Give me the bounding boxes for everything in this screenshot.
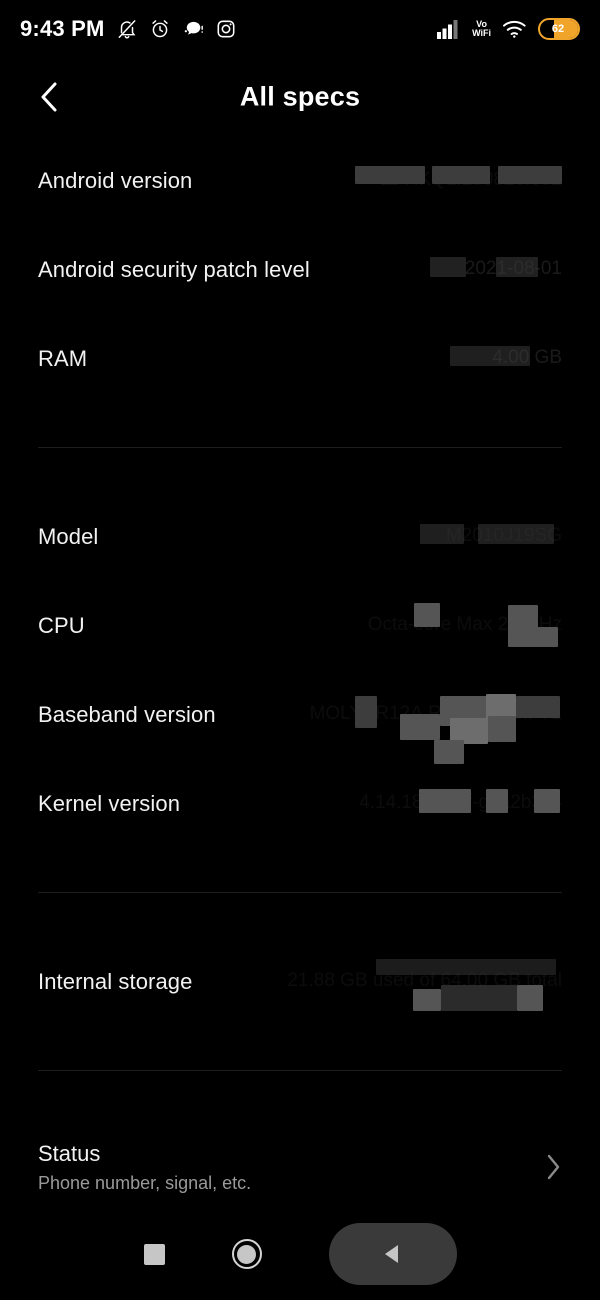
status-entry-subtitle: Phone number, signal, etc. — [38, 1172, 252, 1193]
redaction-block — [420, 524, 464, 544]
spec-row-kernel[interactable]: Kernel version 4.14.186-perf-g1a2b3c4 — [0, 759, 600, 848]
status-bar[interactable]: 9:43 PM Vo WiFi 62 — [0, 0, 600, 58]
app-header: All specs — [0, 58, 600, 136]
battery-icon: 62 — [538, 18, 580, 40]
spec-row-internal-storage[interactable]: Internal storage 21.88 GB used of 64.00 … — [0, 937, 600, 1026]
chevron-right-icon — [544, 1152, 562, 1182]
redaction-block — [432, 166, 490, 184]
vowifi-indicator: Vo WiFi — [472, 19, 491, 39]
spec-label: CPU — [38, 612, 85, 638]
spec-row-baseband[interactable]: Baseband version MOLY.LR12A.R3.MP.V89.P7… — [0, 670, 600, 764]
redaction-block — [450, 346, 530, 366]
spec-label: Android security patch level — [38, 256, 310, 282]
spec-row-model[interactable]: Model M2010J19SG — [0, 492, 600, 581]
status-bar-left: 9:43 PM — [20, 16, 237, 42]
redaction-block — [430, 257, 466, 277]
status-bar-clock: 9:43 PM — [20, 16, 105, 41]
redaction-block — [496, 257, 538, 277]
status-entry-title: Status — [38, 1140, 101, 1166]
page-title: All specs — [239, 81, 361, 112]
redaction-block — [534, 789, 560, 813]
redaction-block — [516, 696, 560, 718]
wifi-icon — [502, 19, 527, 39]
spec-label: Kernel version — [38, 790, 181, 816]
redaction-block — [355, 166, 425, 184]
spec-label: RAM — [38, 345, 88, 371]
spec-row-cpu[interactable]: CPU Octa-core Max 2.0GHz — [0, 581, 600, 670]
redaction-block — [441, 985, 517, 1011]
status-bar-right: Vo WiFi 62 — [437, 18, 580, 40]
spec-row-ram[interactable]: RAM 4.00 GB — [0, 314, 600, 403]
redaction-block — [413, 989, 441, 1011]
redaction-block — [498, 166, 562, 184]
redaction-block — [400, 714, 440, 740]
spec-row-security-patch[interactable]: Android security patch level 2021-08-01 — [0, 225, 600, 314]
redaction-block — [530, 627, 558, 647]
redaction-block — [419, 789, 471, 813]
redaction-block — [517, 985, 543, 1011]
triangle-back-icon[interactable] — [328, 1223, 457, 1285]
spec-label: Model — [38, 523, 99, 549]
bell-muted-icon — [116, 18, 138, 40]
redaction-block — [488, 716, 516, 742]
status-entry-texts: Status Phone number, signal, etc. — [38, 1141, 251, 1194]
redaction-block — [486, 789, 508, 813]
redaction-block — [414, 603, 440, 627]
spec-row-android-version[interactable]: Android version 11 RKQ1.200826.002 — [0, 136, 600, 225]
signal-bars-icon — [437, 19, 461, 39]
redaction-block — [355, 696, 377, 728]
redaction-block — [478, 524, 554, 544]
message-icon — [182, 18, 204, 40]
alarm-clock-icon — [149, 18, 171, 40]
home-inner-dot — [237, 1244, 256, 1264]
square-recents-icon[interactable] — [143, 1243, 165, 1265]
battery-percent-label: 62 — [551, 23, 565, 35]
circle-home-icon[interactable] — [231, 1239, 262, 1269]
redaction-block — [434, 740, 464, 764]
instagram-icon — [215, 18, 237, 40]
spec-label: Android version — [38, 167, 193, 193]
spec-label: Internal storage — [38, 968, 193, 994]
vowifi-line2: WiFi — [472, 28, 491, 38]
spec-label: Baseband version — [38, 701, 216, 727]
specs-list: Android version 11 RKQ1.200826.002 Andro… — [0, 136, 600, 1219]
status-entry-row[interactable]: Status Phone number, signal, etc. — [0, 1115, 600, 1219]
back-triangle-glyph — [384, 1245, 398, 1263]
system-navigation-bar[interactable] — [0, 1208, 600, 1300]
redaction-block — [376, 959, 556, 975]
